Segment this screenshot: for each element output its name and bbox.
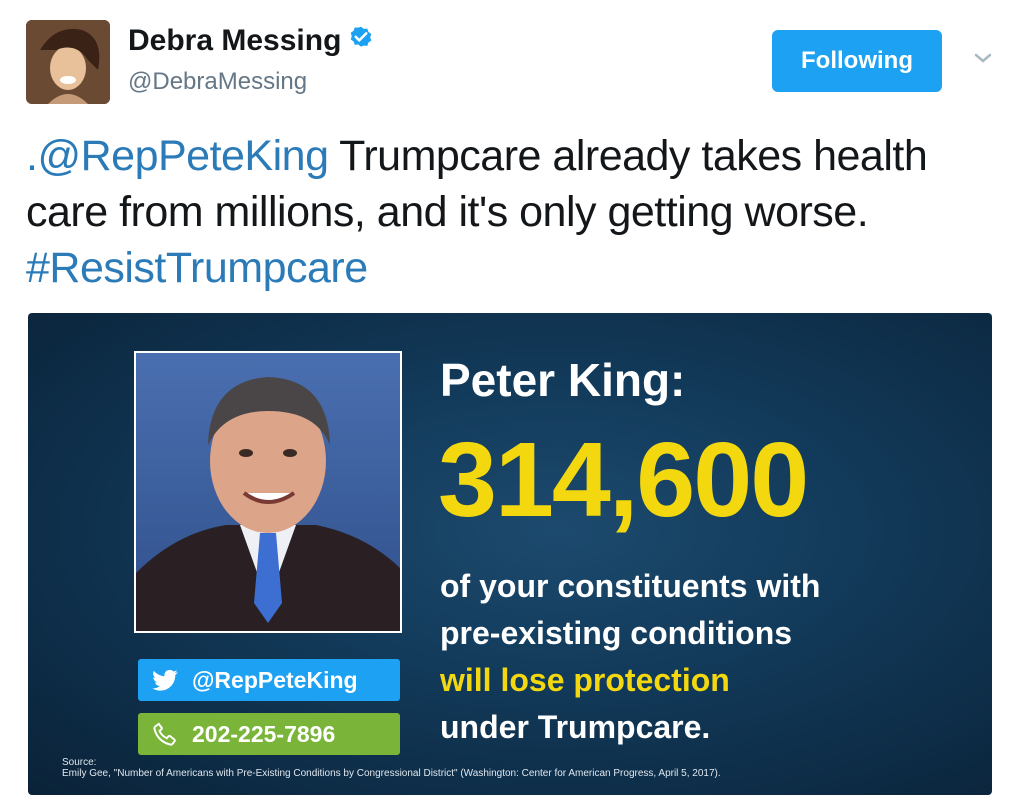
display-name-text: Debra Messing: [128, 24, 342, 57]
portrait-image: [136, 353, 400, 631]
twitter-handle-text: @RepPeteKing: [192, 666, 358, 693]
card-line-1: of your constituents with: [440, 568, 821, 604]
verified-badge-icon: [351, 26, 372, 47]
phone-badge: 202-225-7896: [138, 713, 400, 755]
tweet-header: Debra Messing @DebraMessing Following: [26, 20, 1004, 110]
media-card[interactable]: @RepPeteKing 202-225-7896 Peter King: 31…: [28, 313, 992, 795]
phone-icon: [153, 722, 176, 746]
chevron-down-icon[interactable]: [972, 50, 994, 66]
portrait-photo: [134, 351, 402, 633]
card-line-4: under Trumpcare.: [440, 709, 711, 745]
card-line-3: will lose protection: [440, 662, 730, 698]
constituent-count: 314,600: [438, 421, 809, 539]
source-label: Source:: [62, 757, 97, 768]
mention-link[interactable]: .@RepPeteKing: [26, 132, 329, 180]
following-button[interactable]: Following: [772, 30, 942, 92]
user-handle[interactable]: @DebraMessing: [128, 68, 307, 96]
card-headline: Peter King:: [440, 354, 686, 406]
display-name[interactable]: Debra Messing: [128, 24, 375, 58]
source-text: Emily Gee, "Number of Americans with Pre…: [62, 768, 721, 779]
hashtag-link[interactable]: #ResistTrumpcare: [26, 244, 368, 292]
card-body: of your constituents with pre-existing c…: [440, 563, 820, 751]
tweet-text: .@RepPeteKing Trumpcare already takes he…: [26, 128, 986, 296]
avatar-image: [26, 20, 110, 104]
phone-number-text: 202-225-7896: [192, 720, 336, 747]
card-line-2: pre-existing conditions: [440, 615, 793, 651]
twitter-bird-icon: [152, 669, 178, 691]
avatar[interactable]: [26, 20, 110, 104]
twitter-handle-badge: @RepPeteKing: [138, 659, 400, 701]
source-citation: Source: Emily Gee, "Number of Americans …: [62, 757, 721, 779]
